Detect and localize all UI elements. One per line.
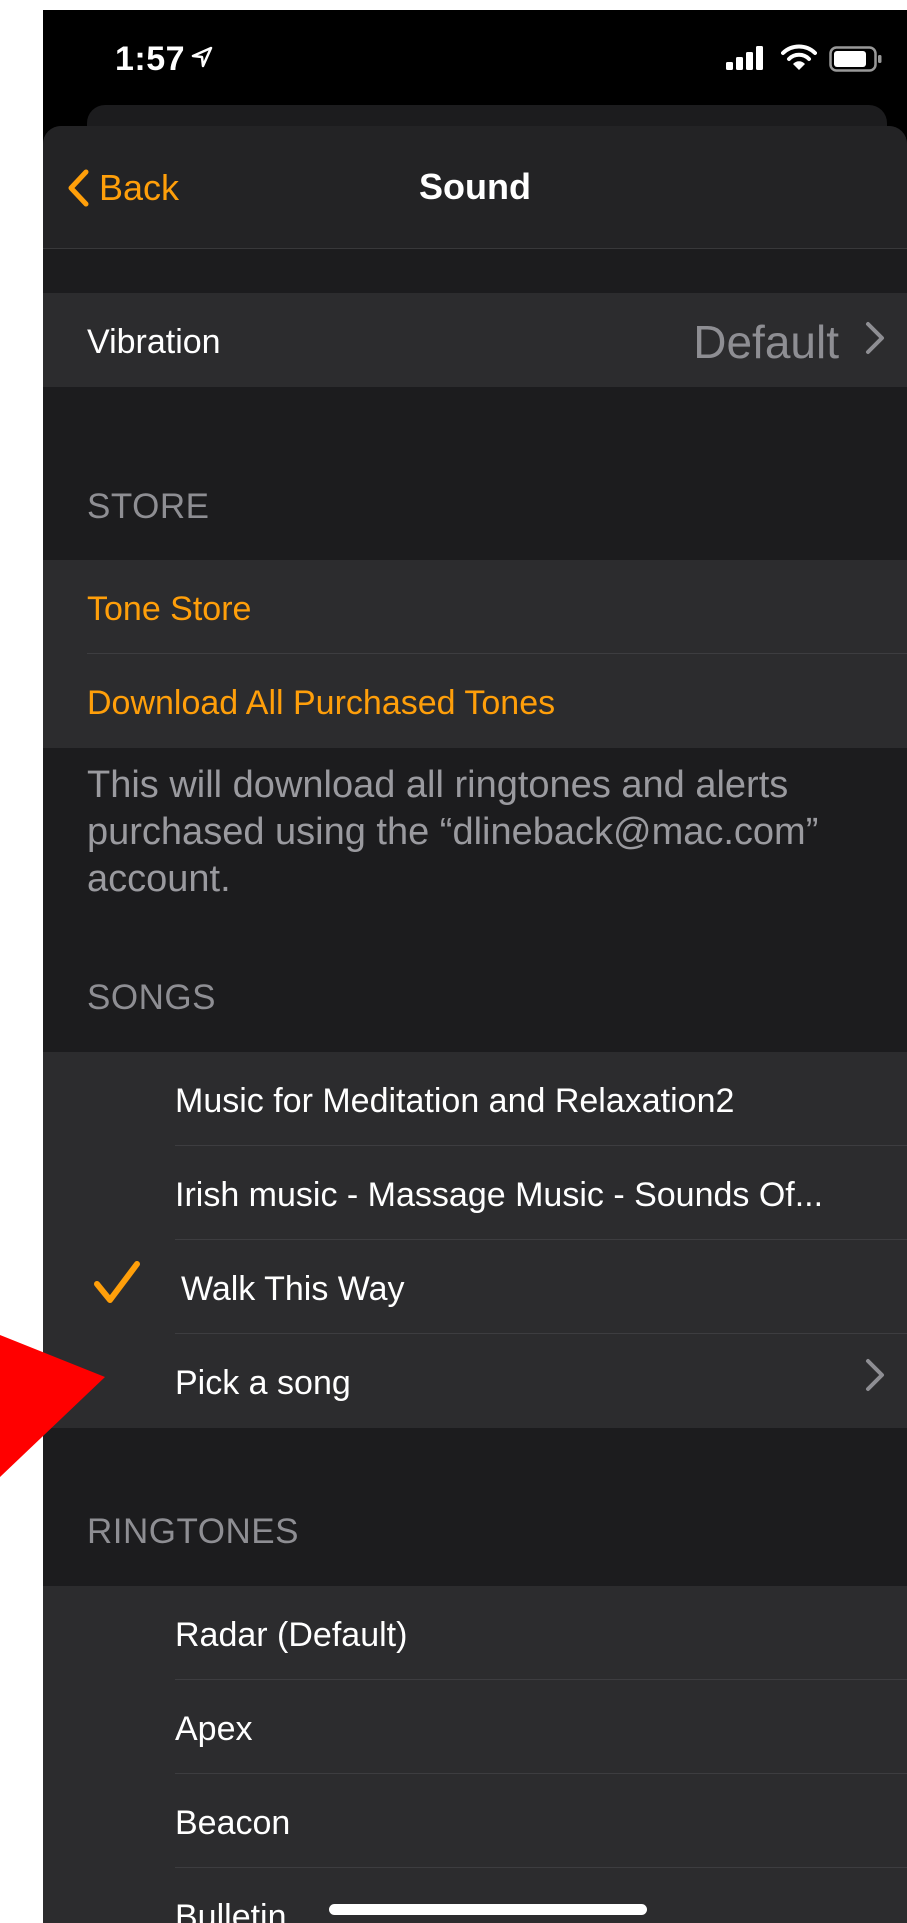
pick-a-song-row[interactable]: Pick a song <box>43 1334 907 1428</box>
chevron-right-icon <box>866 322 884 354</box>
song-row[interactable]: Irish music - Massage Music - Sounds Of.… <box>43 1146 907 1240</box>
song-label: Music for Meditation and Relaxation2 <box>175 1082 735 1120</box>
location-arrow-icon <box>191 46 213 68</box>
tone-store-row[interactable]: Tone Store <box>43 560 907 654</box>
battery-icon <box>829 46 882 72</box>
status-time: 1:57 <box>115 40 186 78</box>
sound-settings-sheet: Back Sound Vibration Default STORE Tone … <box>43 126 907 1923</box>
annotation-arrow-icon <box>0 1335 105 1477</box>
vibration-value: Default <box>693 316 839 368</box>
ringtone-label: Apex <box>175 1710 253 1748</box>
phone-screen: 1:57 Back Sound Vibration Default STORE … <box>43 10 907 1923</box>
ringtone-label: Radar (Default) <box>175 1616 408 1654</box>
home-indicator <box>329 1904 647 1915</box>
store-section-header: STORE <box>87 487 210 526</box>
ringtone-label: Beacon <box>175 1804 291 1842</box>
song-label: Walk This Way <box>181 1270 405 1308</box>
songs-section-header: SONGS <box>87 978 216 1017</box>
ringtone-row[interactable]: Radar (Default) <box>43 1586 907 1680</box>
cellular-signal-icon <box>726 46 763 70</box>
status-bar: 1:57 <box>43 10 907 115</box>
tone-store-label: Tone Store <box>87 590 252 628</box>
checkmark-icon <box>94 1261 140 1303</box>
ringtone-label: Bulletin <box>175 1898 287 1923</box>
chevron-right-icon <box>866 1359 884 1391</box>
ringtones-section-header: RINGTONES <box>87 1512 299 1551</box>
ringtone-row[interactable]: Beacon <box>43 1774 907 1868</box>
store-footer-text: This will download all ringtones and ale… <box>87 764 819 900</box>
vibration-row[interactable]: Vibration Default <box>43 293 907 387</box>
download-all-label: Download All Purchased Tones <box>87 684 556 722</box>
song-label: Irish music - Massage Music - Sounds Of.… <box>175 1176 824 1214</box>
vibration-label: Vibration <box>87 323 221 361</box>
wifi-icon <box>781 44 817 70</box>
pick-a-song-label: Pick a song <box>175 1364 351 1402</box>
song-row[interactable]: Music for Meditation and Relaxation2 <box>43 1052 907 1146</box>
song-row-selected[interactable]: Walk This Way <box>43 1240 907 1334</box>
navigation-bar: Back Sound <box>43 126 907 249</box>
page-title: Sound <box>419 166 531 207</box>
download-all-row[interactable]: Download All Purchased Tones <box>43 654 907 748</box>
ringtone-row[interactable]: Apex <box>43 1680 907 1774</box>
